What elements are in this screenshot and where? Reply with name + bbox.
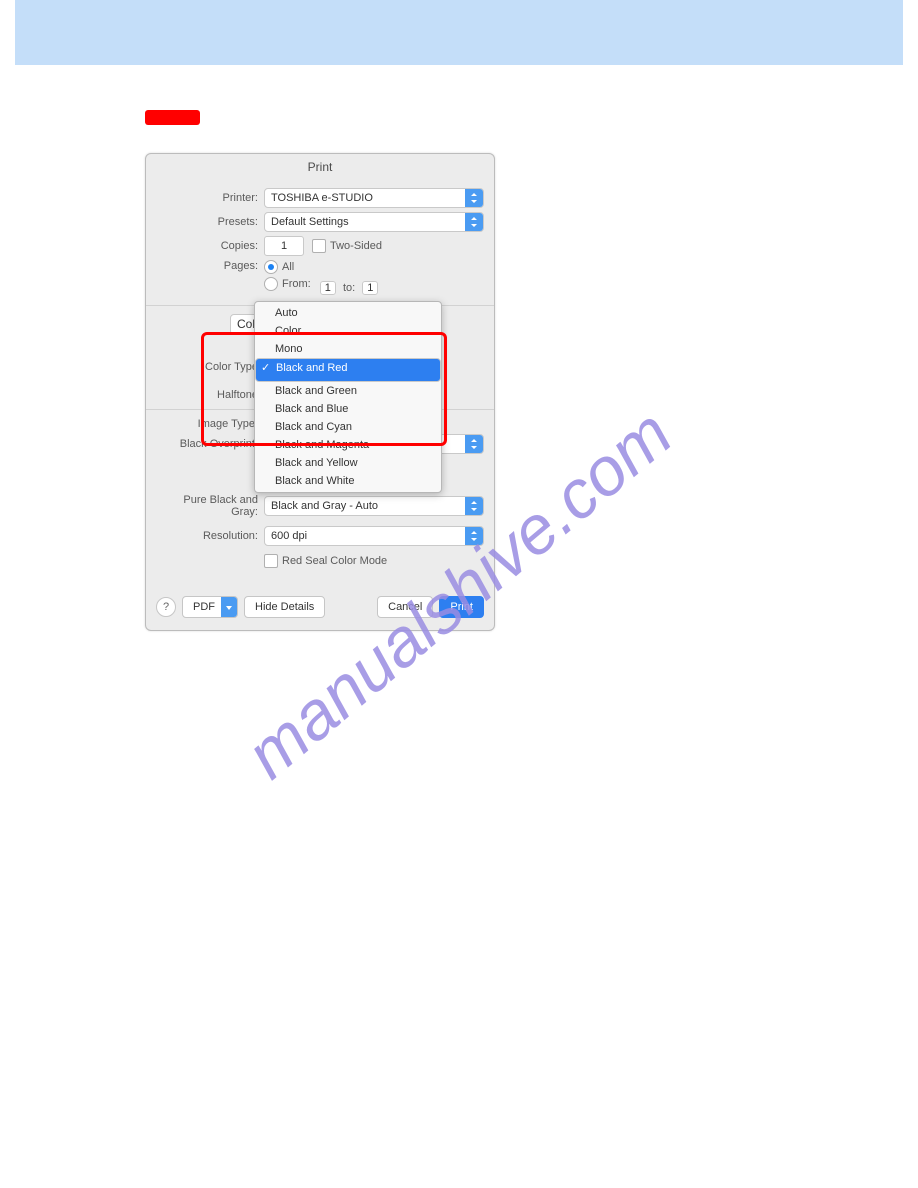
pdf-label: PDF [193, 601, 215, 613]
dialog-title: Print [146, 154, 494, 178]
color-type-label: Color Type [156, 361, 264, 373]
pages-from-label: From: [282, 278, 311, 290]
presets-value: Default Settings [271, 216, 349, 228]
pages-all-radio[interactable]: All [264, 260, 294, 274]
pure-black-select[interactable]: Black and Gray - Auto [264, 496, 484, 516]
color-type-dropdown[interactable]: AutoColorMonoBlack and RedBlack and Gree… [254, 301, 442, 493]
help-button[interactable]: ? [156, 597, 176, 617]
dropdown-item[interactable]: Black and Magenta [255, 436, 441, 454]
chevron-updown-icon [465, 527, 483, 545]
pages-to-input[interactable]: 1 [362, 281, 378, 295]
two-sided-checkbox[interactable]: Two-Sided [312, 239, 382, 253]
copies-input[interactable]: 1 [264, 236, 304, 256]
resolution-label: Resolution: [156, 530, 264, 542]
two-sided-label: Two-Sided [330, 240, 382, 252]
chevron-down-icon [221, 597, 237, 617]
pure-black-label: Pure Black and Gray: [156, 494, 264, 518]
dropdown-item[interactable]: Black and White [255, 472, 441, 490]
dropdown-item[interactable]: Black and Blue [255, 400, 441, 418]
dropdown-item[interactable]: Mono [255, 340, 441, 358]
page-header-band [15, 0, 903, 65]
halftone-label: Halftone [156, 389, 264, 401]
dropdown-item[interactable]: Black and Cyan [255, 418, 441, 436]
chevron-updown-icon [465, 189, 483, 207]
resolution-value: 600 dpi [271, 530, 307, 542]
dropdown-item[interactable]: Black and Yellow [255, 454, 441, 472]
red-seal-checkbox[interactable]: Red Seal Color Mode [264, 554, 387, 568]
resolution-select[interactable]: 600 dpi [264, 526, 484, 546]
checkbox-icon [264, 554, 278, 568]
pages-to-label: to: [343, 282, 355, 294]
dropdown-item[interactable]: Color [255, 322, 441, 340]
printer-label: Printer: [156, 192, 264, 204]
chevron-updown-icon [465, 213, 483, 231]
printer-value: TOSHIBA e-STUDIO [271, 192, 373, 204]
pages-label: Pages: [156, 260, 264, 272]
presets-select[interactable]: Default Settings [264, 212, 484, 232]
copies-label: Copies: [156, 240, 264, 252]
printer-select[interactable]: TOSHIBA e-STUDIO [264, 188, 484, 208]
chevron-updown-icon [465, 497, 483, 515]
pdf-button[interactable]: PDF [182, 596, 238, 618]
presets-label: Presets: [156, 216, 264, 228]
pages-from-input[interactable]: 1 [320, 281, 336, 295]
dropdown-item[interactable]: Auto [255, 304, 441, 322]
dropdown-item[interactable]: Black and Green [255, 382, 441, 400]
image-type-label: Image Type: [156, 418, 264, 430]
print-dialog: Print Printer: TOSHIBA e-STUDIO Presets:… [145, 153, 495, 631]
black-overprint-label: Black Overprint: [156, 438, 264, 450]
tip-badge [145, 110, 200, 125]
pure-black-value: Black and Gray - Auto [271, 500, 378, 512]
hide-details-button[interactable]: Hide Details [244, 596, 325, 618]
pages-from-radio[interactable]: From: [264, 277, 311, 291]
red-seal-label: Red Seal Color Mode [282, 555, 387, 567]
pages-group: All From: 1 to: 1 [264, 260, 378, 297]
radio-off-icon [264, 277, 278, 291]
print-button[interactable]: Print [439, 596, 484, 618]
checkbox-icon [312, 239, 326, 253]
radio-on-icon [264, 260, 278, 274]
pages-all-label: All [282, 261, 294, 273]
cancel-button[interactable]: Cancel [377, 596, 433, 618]
dropdown-item[interactable]: Black and Red [255, 358, 441, 382]
chevron-updown-icon [465, 435, 483, 453]
